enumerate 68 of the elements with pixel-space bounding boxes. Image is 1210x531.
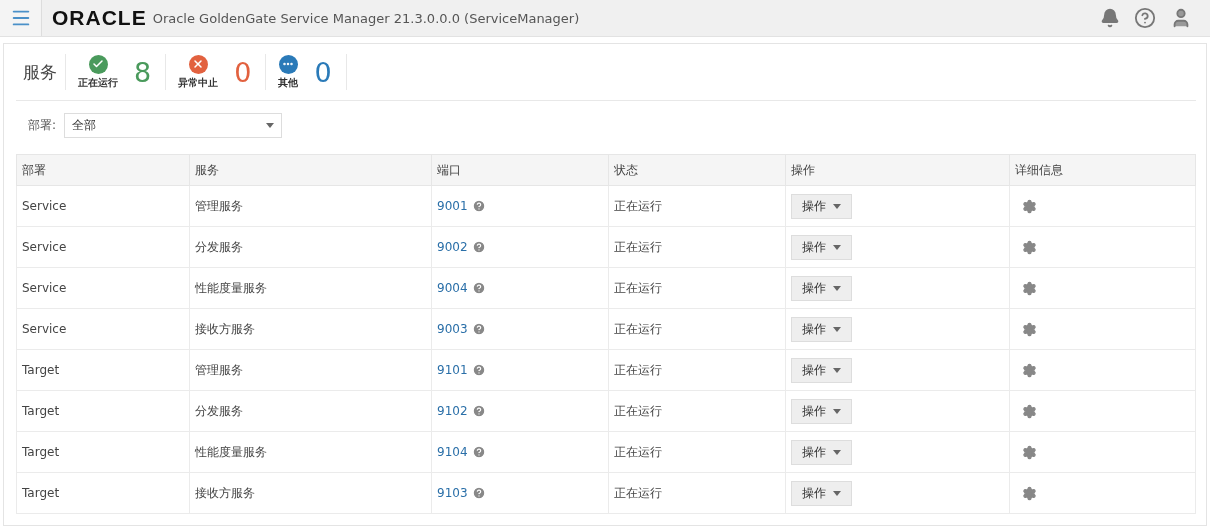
help-icon[interactable] — [471, 445, 486, 460]
help-icon[interactable] — [471, 363, 486, 378]
action-dropdown-button[interactable]: 操作 — [790, 398, 852, 424]
table-cell: 正在运行 — [608, 390, 786, 432]
table-cell: 正在运行 — [608, 431, 786, 473]
table-cell: 性能度量服务 — [189, 431, 432, 473]
help-icon[interactable] — [471, 199, 486, 214]
table-cell: Target — [16, 472, 190, 514]
help-icon[interactable] — [471, 322, 486, 337]
action-dropdown-button[interactable]: 操作 — [790, 275, 852, 301]
port-link[interactable]: 9104 — [437, 444, 468, 459]
table-cell: 正在运行 — [608, 472, 786, 514]
column-header: 部署 — [16, 154, 190, 186]
table-cell: Target — [16, 349, 190, 391]
action-dropdown-button[interactable]: 操作 — [790, 439, 852, 465]
table-cell: 分发服务 — [189, 390, 432, 432]
table-cell: Service — [16, 308, 190, 350]
help-icon[interactable] — [471, 281, 486, 296]
deployment-select[interactable]: 全部 — [64, 113, 283, 138]
table-cell: 性能度量服务 — [189, 267, 432, 309]
table-cell: 管理服务 — [189, 349, 432, 391]
action-dropdown-button[interactable]: 操作 — [790, 193, 852, 219]
port-link[interactable]: 9101 — [437, 362, 468, 377]
table-cell: 正在运行 — [608, 349, 786, 391]
summary-title: 服务 — [22, 60, 58, 84]
table-cell: 管理服务 — [189, 185, 432, 227]
menu-button[interactable] — [0, 0, 42, 36]
table-cell: 正在运行 — [608, 226, 786, 268]
status-count: 0 — [234, 56, 252, 88]
notifications-button[interactable] — [1100, 8, 1120, 28]
port-link[interactable]: 9004 — [437, 280, 468, 295]
table-cell: 正在运行 — [608, 185, 786, 227]
status-label: 正在运行 — [78, 75, 118, 90]
port-link[interactable]: 9001 — [437, 198, 468, 213]
action-dropdown-button[interactable]: 操作 — [790, 480, 852, 506]
status-count: 8 — [134, 56, 152, 88]
table-cell: Service — [16, 226, 190, 268]
column-header: 操作 — [785, 154, 1010, 186]
table-cell: 接收方服务 — [189, 472, 432, 514]
help-button[interactable] — [1134, 7, 1156, 29]
help-icon[interactable] — [471, 240, 486, 255]
status-count: 0 — [314, 56, 332, 88]
status-label: 其他 — [278, 75, 299, 90]
app-title: Oracle GoldenGate Service Manager 21.3.0.0.0 (ServiceManager) — [152, 10, 580, 26]
port-link[interactable]: 9003 — [437, 321, 468, 336]
table-cell: 正在运行 — [608, 267, 786, 309]
logo: ORACLE — [52, 6, 147, 30]
column-header: 端口 — [431, 154, 609, 186]
help-icon[interactable] — [471, 404, 486, 419]
action-dropdown-button[interactable]: 操作 — [790, 357, 852, 383]
status-label: 异常中止 — [178, 75, 219, 90]
action-dropdown-button[interactable]: 操作 — [790, 234, 852, 260]
table-cell: Target — [16, 390, 190, 432]
table-cell: Service — [16, 185, 190, 227]
column-header: 服务 — [189, 154, 432, 186]
port-link[interactable]: 9103 — [437, 485, 468, 500]
table-cell: 正在运行 — [608, 308, 786, 350]
table-cell: Target — [16, 431, 190, 473]
column-header: 状态 — [608, 154, 786, 186]
table-cell: 接收方服务 — [189, 308, 432, 350]
table-cell: Service — [16, 267, 190, 309]
port-link[interactable]: 9102 — [437, 403, 468, 418]
help-icon[interactable] — [471, 486, 486, 501]
filter-label: 部署: — [28, 117, 57, 134]
port-link[interactable]: 9002 — [437, 239, 468, 254]
action-dropdown-button[interactable]: 操作 — [790, 316, 852, 342]
column-header: 详细信息 — [1009, 154, 1196, 186]
table-cell: 分发服务 — [189, 226, 432, 268]
